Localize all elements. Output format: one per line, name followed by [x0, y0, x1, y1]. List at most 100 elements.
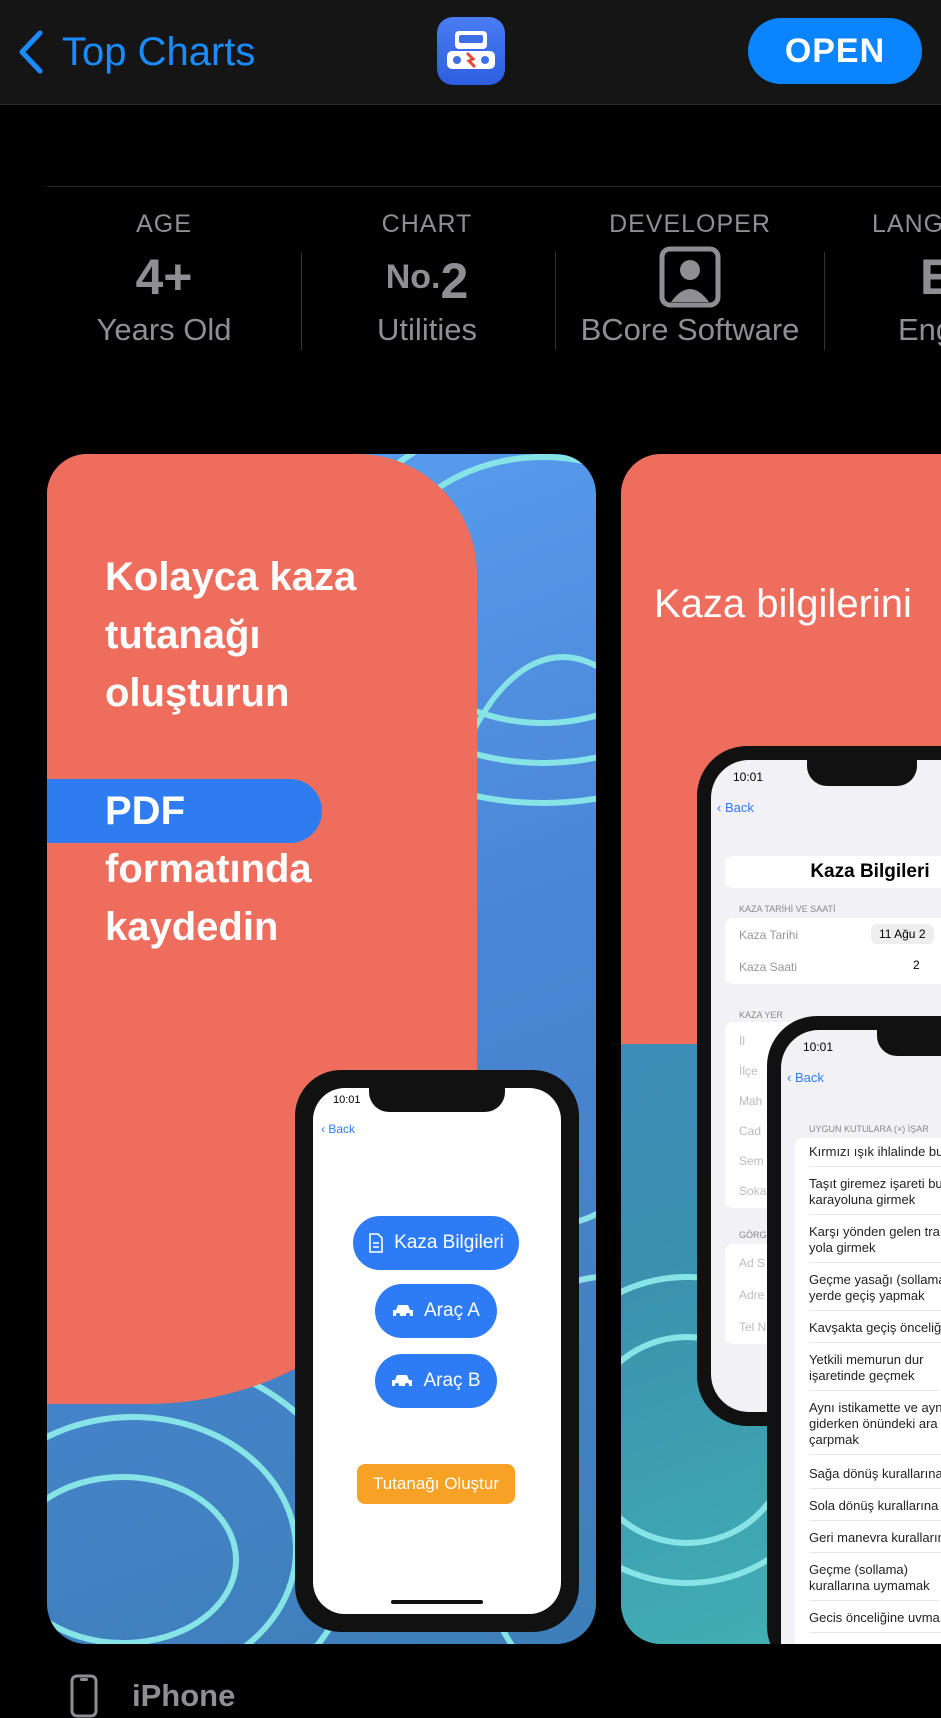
date-label: Kaza Tarihi — [739, 928, 799, 942]
phone-back: ‹ Back — [717, 800, 754, 815]
kaza-bilgileri-button: Kaza Bilgileri — [353, 1216, 519, 1270]
status-time: 10:01 — [333, 1094, 361, 1106]
list-item: Yetkili memurun dur işaretinde geçmek — [809, 1346, 939, 1391]
headline-line: formatında — [105, 847, 312, 891]
list-item: Karşı yönden gelen tra yola girmek — [809, 1218, 941, 1263]
arac-a-button: Araç A — [375, 1284, 497, 1338]
kaza-bilgileri-label: Kaza Bilgileri — [394, 1232, 504, 1253]
open-button[interactable]: OPEN — [748, 18, 922, 84]
screenshot-1[interactable]: Kolayca kaza tutanağı oluşturun PDF form… — [47, 454, 596, 1644]
screenshot-2-clip: Kaza bilgilerini 10:01 ‹ Back Kaza Bilgi… — [621, 454, 941, 1644]
screenshot-2[interactable]: Kaza bilgilerini 10:01 ‹ Back Kaza Bilgi… — [621, 454, 941, 1644]
time-label: Kaza Saati — [739, 960, 798, 974]
phone-mockup: 10:01 ‹ Back Kaza Bilgileri Araç A Araç … — [295, 1070, 579, 1632]
list-item: Aynı istikamette ve ayn giderken önündek… — [809, 1394, 941, 1455]
developer-icon-wrap — [565, 244, 815, 310]
headline-line: kaydedin — [105, 905, 279, 949]
back-label: Top Charts — [62, 29, 256, 74]
phone-back-label: Back — [794, 1070, 824, 1085]
separator — [824, 252, 825, 350]
headline: Kaza bilgilerini — [654, 582, 912, 626]
separator — [555, 252, 556, 350]
list-item: Geri manevra kuralların — [809, 1524, 941, 1553]
phone-back-label: Back — [328, 1122, 356, 1136]
list-item: Geçme (sollama) kurallarına uymamak — [809, 1556, 939, 1601]
chart-info[interactable]: CHART No.2 Utilities — [327, 210, 527, 390]
rule-list: Kırmızı ışık ihlalinde bu Taşıt giremez … — [795, 1138, 941, 1644]
iphone-icon — [70, 1674, 98, 1718]
language-label: LANG — [872, 210, 941, 238]
field-label: Adre — [739, 1288, 765, 1302]
car-crash-icon — [447, 31, 495, 69]
navigation-bar: Top Charts OPEN — [0, 0, 941, 105]
age-info[interactable]: AGE 4+ Years Old — [64, 210, 264, 390]
list-item: Sağa dönüş kurallarına — [809, 1460, 941, 1489]
phone-back-label: Back — [724, 800, 754, 815]
date-value: 11 Ağu 2 — [871, 924, 934, 944]
section-label: KAZA TARİHİ VE SAATİ — [739, 904, 836, 914]
phone-notch — [877, 1030, 941, 1056]
list-item: Sola dönüş kurallarına — [809, 1492, 941, 1521]
tutanak-button: Tutanağı Oluştur — [357, 1464, 515, 1504]
device-label-row: iPhone — [70, 1674, 235, 1718]
field-label: Cad — [739, 1124, 762, 1138]
car-icon — [392, 1375, 413, 1387]
divider — [47, 186, 941, 187]
header-title: Kaza Bilgileri — [725, 856, 941, 888]
chart-sub: Utilities — [377, 312, 477, 347]
section-label: KAZA YER — [739, 1010, 783, 1020]
headline-line: tutanağı — [105, 613, 261, 657]
headline-pdf: PDF — [105, 789, 185, 833]
language-sub: Eng — [898, 312, 941, 347]
list-item: Gecis önceliğine uvma — [809, 1604, 941, 1633]
phone-back: ‹ Back — [787, 1070, 824, 1085]
arac-b-label: Araç B — [423, 1370, 481, 1391]
language-value: E — [920, 249, 941, 305]
back-button[interactable]: Top Charts — [18, 22, 255, 82]
person-square-icon — [659, 246, 721, 308]
field-label: İlçe — [739, 1064, 758, 1078]
date-group: Kaza Tarihi 11 Ağu 2 Kaza Saati 2 — [725, 918, 941, 984]
headline-line: oluşturun — [105, 671, 290, 715]
section-label: UYGUN KUTULARA (×) İŞAR — [809, 1124, 929, 1134]
document-icon — [369, 1233, 383, 1253]
headline-line: Kolayca kaza — [105, 555, 357, 599]
age-label: AGE — [136, 210, 192, 238]
field-label: Ad S — [739, 1256, 766, 1270]
arac-b-button: Araç B — [375, 1354, 497, 1408]
phone-back: ‹ Back — [321, 1122, 356, 1136]
phone-screen-b: 10:01 ‹ Back UYGUN KUTULARA (×) İŞAR Kır… — [781, 1030, 941, 1644]
list-item: Kavşakta geçiş önceliğ — [809, 1314, 941, 1343]
chart-label: CHART — [381, 210, 473, 238]
section-label: GÖRG — [739, 1230, 767, 1240]
car-icon — [393, 1305, 413, 1317]
home-indicator — [391, 1600, 483, 1604]
field-label: Mah — [739, 1094, 763, 1108]
developer-sub: BCore Software — [580, 312, 800, 347]
time-value: 2 — [913, 958, 920, 972]
age-value: 4+ — [135, 249, 193, 305]
phone-mockup-b: 10:01 ‹ Back UYGUN KUTULARA (×) İŞAR Kır… — [767, 1016, 941, 1644]
developer-info[interactable]: DEVELOPER BCore Software — [565, 210, 815, 390]
phone-notch — [807, 760, 917, 786]
app-icon[interactable] — [437, 17, 505, 85]
phone-screen: 10:01 ‹ Back Kaza Bilgileri Araç A Araç … — [313, 1088, 561, 1614]
age-sub: Years Old — [96, 312, 232, 347]
chart-value: 2 — [440, 253, 469, 309]
list-item: Geçme yasağı (sollama yerde geçiş yapmak — [809, 1266, 941, 1311]
language-info[interactable]: LANG E Eng — [872, 210, 941, 390]
list-item: Taşıt giremez işareti bu karayoluna girm… — [809, 1170, 941, 1215]
chart-rank: No.2 — [327, 244, 527, 310]
separator — [301, 252, 302, 350]
phone-notch — [369, 1088, 505, 1112]
chevron-left-icon — [19, 30, 43, 74]
arac-a-label: Araç A — [424, 1300, 480, 1321]
list-item: Kırmızı ışık ihlalinde bu — [809, 1138, 941, 1167]
device-label: iPhone — [132, 1678, 236, 1713]
developer-label: DEVELOPER — [609, 210, 771, 238]
field-label: Tel N — [739, 1320, 767, 1334]
status-time: 10:01 — [803, 1040, 834, 1054]
field-label: Sem — [739, 1154, 764, 1168]
field-label: İl — [739, 1034, 745, 1048]
status-time: 10:01 — [733, 770, 764, 784]
